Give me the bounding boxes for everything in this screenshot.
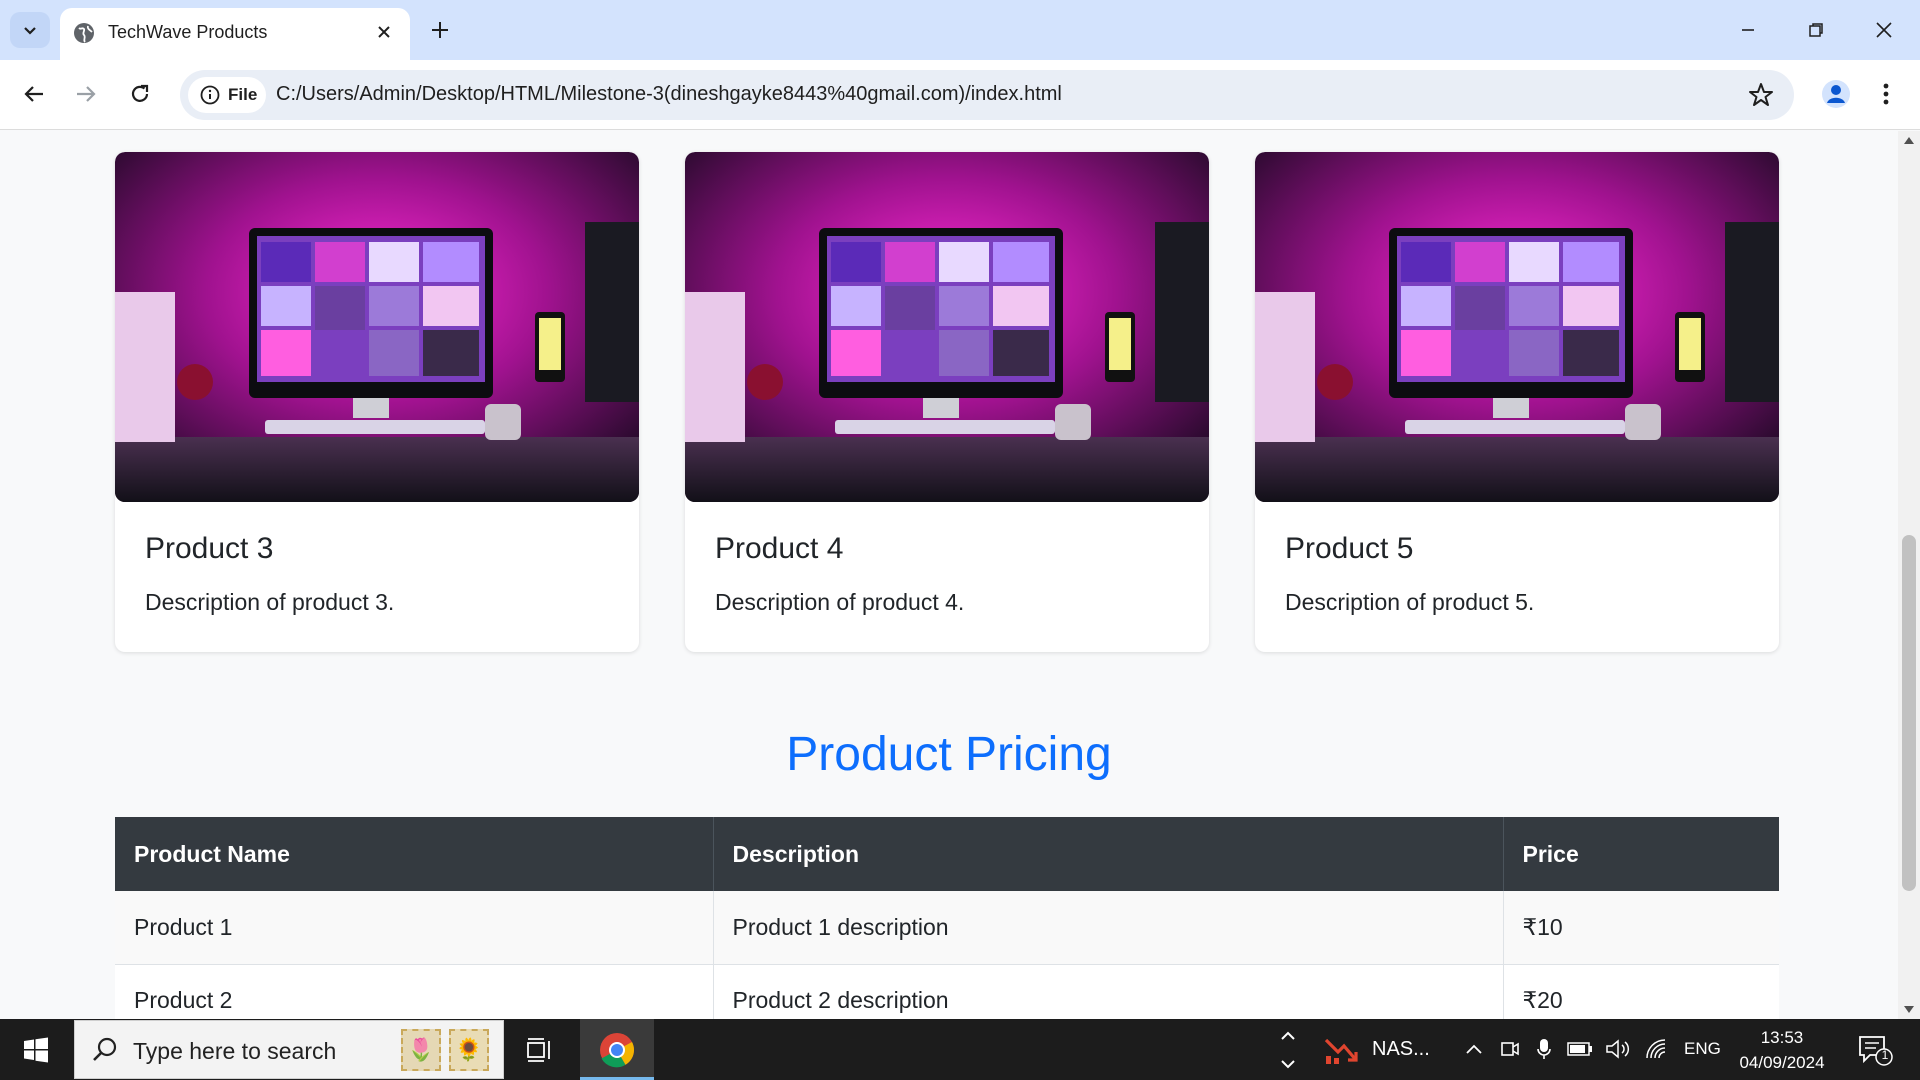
product-title: Product 4 — [715, 532, 844, 565]
product-title: Product 3 — [145, 532, 274, 565]
browser-menu-button[interactable] — [1868, 74, 1904, 114]
scroll-down-arrow-icon[interactable] — [1904, 1006, 1914, 1013]
column-header: Price — [1503, 817, 1779, 891]
pricing-table: Product Name Description Price Product 1… — [115, 817, 1779, 1019]
page-viewport: Product 3 Description of product 3. Prod… — [0, 131, 1898, 1019]
clock-date: 04/09/2024 — [1739, 1053, 1825, 1072]
chart-down-icon — [1324, 1038, 1358, 1064]
start-button[interactable] — [0, 1019, 72, 1080]
back-button[interactable] — [14, 74, 54, 114]
taskbar-search[interactable]: Type here to search 🌷 🌻 — [74, 1020, 504, 1079]
browser-tab[interactable]: TechWave Products — [60, 8, 410, 60]
clock-time: 13:53 — [1760, 1028, 1804, 1047]
table-cell: ₹10 — [1503, 891, 1779, 965]
reload-icon — [131, 84, 149, 102]
site-info-chip[interactable]: File — [188, 77, 266, 113]
show-hidden-icons-button[interactable] — [1460, 1035, 1488, 1063]
windows-logo-icon — [24, 1037, 48, 1062]
close-icon — [378, 26, 390, 38]
bookmark-star-icon[interactable] — [1746, 80, 1776, 110]
avatar-icon — [1822, 80, 1850, 108]
table-cell: Product 1 description — [713, 891, 1504, 965]
wifi-icon[interactable] — [1642, 1035, 1670, 1063]
column-header: Description — [713, 817, 1504, 891]
task-view-button[interactable] — [520, 1031, 560, 1069]
scroll-up-arrow-icon[interactable] — [1904, 137, 1914, 144]
arrow-left-icon — [24, 86, 43, 102]
nas-app-button[interactable]: NAS... — [1316, 1019, 1434, 1080]
close-icon — [1876, 22, 1892, 38]
table-cell: ₹20 — [1503, 964, 1779, 1019]
column-header: Product Name — [115, 817, 714, 891]
product-title: Product 5 — [1285, 532, 1414, 565]
url-text[interactable]: C:/Users/Admin/Desktop/HTML/Milestone-3(… — [276, 83, 1062, 106]
arrow-right-icon — [77, 86, 96, 102]
taskbar-scroll-icon[interactable] — [1276, 1025, 1300, 1075]
more-vertical-icon — [1883, 83, 1889, 105]
restore-icon — [1809, 23, 1823, 37]
notification-center-button[interactable]: 1 — [1854, 1033, 1894, 1067]
table-header-row: Product Name Description Price — [115, 817, 1779, 891]
minimize-button[interactable] — [1714, 0, 1782, 60]
browser-tab-strip: TechWave Products — [0, 0, 1920, 60]
tab-search-button[interactable] — [10, 12, 50, 48]
chrome-taskbar-button[interactable] — [580, 1019, 654, 1080]
table-cell: Product 2 description — [713, 964, 1504, 1019]
new-tab-button[interactable] — [422, 12, 458, 48]
file-label: File — [228, 85, 258, 104]
close-window-button[interactable] — [1850, 0, 1918, 60]
profile-button[interactable] — [1816, 74, 1856, 114]
pricing-heading: Product Pricing — [786, 728, 1112, 781]
tulip-stamp-icon[interactable]: 🌷 — [401, 1029, 441, 1071]
sunflower-stamp-icon[interactable]: 🌻 — [449, 1029, 489, 1071]
task-view-icon — [527, 1038, 550, 1062]
reload-button[interactable] — [120, 74, 160, 114]
battery-icon[interactable] — [1566, 1035, 1594, 1063]
address-bar[interactable]: File C:/Users/Admin/Desktop/HTML/Milesto… — [180, 70, 1794, 120]
plus-icon — [432, 22, 448, 38]
volume-icon[interactable] — [1604, 1035, 1632, 1063]
taskbar-clock[interactable]: 13:53 04/09/2024 — [1730, 1025, 1834, 1075]
language-indicator[interactable]: ENG — [1684, 1039, 1721, 1059]
notification-count: 1 — [1881, 1048, 1889, 1062]
product-cards: Product 3 Description of product 3. Prod… — [115, 152, 1779, 652]
restore-button[interactable] — [1782, 0, 1850, 60]
product-description: Description of product 5. — [1285, 589, 1535, 615]
table-cell: Product 1 — [115, 891, 714, 965]
chevron-up-icon — [1466, 1044, 1482, 1054]
forward-button[interactable] — [66, 74, 106, 114]
chevron-down-icon — [24, 27, 36, 35]
close-tab-button[interactable] — [370, 18, 398, 46]
product-image — [1255, 152, 1779, 502]
page-scrollbar[interactable] — [1898, 131, 1920, 1019]
product-card: Product 4 Description of product 4. — [685, 152, 1209, 652]
product-card: Product 3 Description of product 3. — [115, 152, 639, 652]
product-image — [115, 152, 639, 502]
product-description: Description of product 3. — [145, 589, 395, 615]
product-image — [685, 152, 1209, 502]
meet-now-icon[interactable] — [1496, 1035, 1524, 1063]
search-icon — [93, 1037, 117, 1061]
tab-title: TechWave Products — [108, 22, 268, 42]
table-cell: Product 2 — [115, 964, 714, 1019]
windows-taskbar: Type here to search 🌷 🌻 NAS... ENG 13:53… — [0, 1019, 1920, 1080]
product-card: Product 5 Description of product 5. — [1255, 152, 1779, 652]
scrollbar-thumb[interactable] — [1902, 535, 1916, 891]
search-placeholder: Type here to search — [133, 1038, 337, 1064]
product-description: Description of product 4. — [715, 589, 965, 615]
nas-app-label: NAS... — [1372, 1038, 1430, 1060]
table-row: Product 2 Product 2 description ₹20 — [115, 964, 1779, 1019]
info-icon — [200, 85, 220, 105]
microphone-icon[interactable] — [1530, 1035, 1558, 1063]
globe-icon — [74, 23, 94, 43]
chrome-icon — [600, 1032, 634, 1067]
minimize-icon — [1742, 29, 1754, 31]
browser-toolbar: File C:/Users/Admin/Desktop/HTML/Milesto… — [0, 60, 1920, 130]
table-row: Product 1 Product 1 description ₹10 — [115, 891, 1779, 965]
